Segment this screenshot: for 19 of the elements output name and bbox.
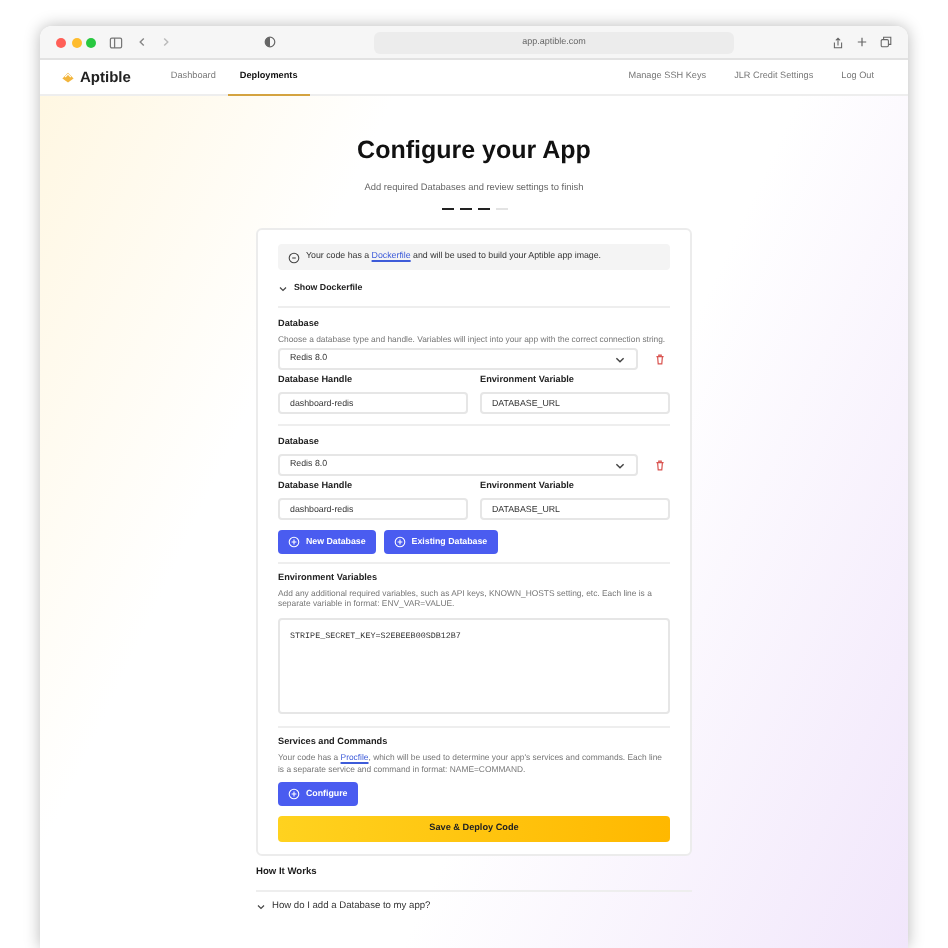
logo-icon xyxy=(60,70,76,84)
trash-icon[interactable] xyxy=(654,352,666,367)
chevron-icon xyxy=(614,459,626,472)
trash-icon[interactable] xyxy=(654,458,666,473)
sidebar-icon[interactable] xyxy=(108,35,124,49)
chevron-icon xyxy=(256,901,266,912)
page-title: Configure your App xyxy=(357,134,591,168)
back-icon[interactable] xyxy=(136,36,148,48)
info-icon xyxy=(288,251,300,264)
share-icon[interactable] xyxy=(832,35,844,49)
chevron-icon xyxy=(614,353,626,366)
privacy-icon xyxy=(264,36,276,48)
tabs-icon[interactable] xyxy=(880,36,892,48)
chevron-icon xyxy=(278,284,288,295)
plus-icon xyxy=(288,788,300,801)
plus-icon xyxy=(288,535,300,548)
new-tab-icon[interactable] xyxy=(856,36,868,48)
forward-icon[interactable] xyxy=(160,36,172,48)
plus-icon xyxy=(393,535,406,548)
